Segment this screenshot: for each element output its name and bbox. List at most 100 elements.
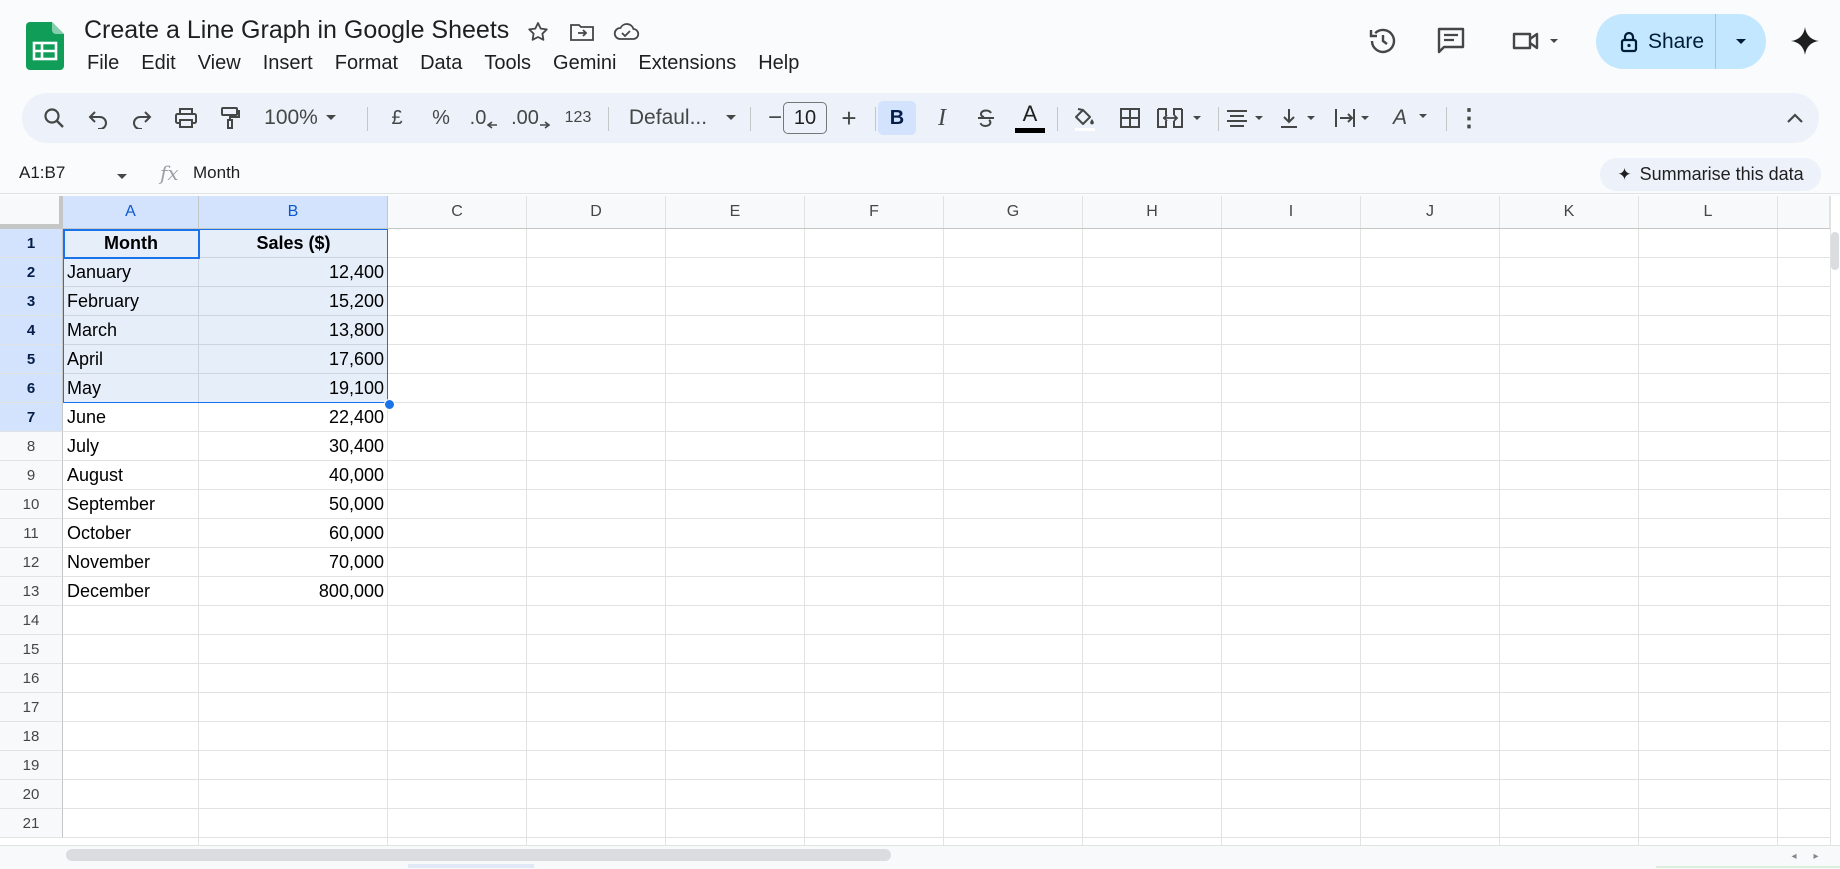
summarise-data-button[interactable]: ✦ Summarise this data bbox=[1600, 158, 1821, 191]
cell-a6[interactable]: May bbox=[63, 374, 199, 403]
zoom-chevron-down-icon[interactable] bbox=[322, 93, 340, 143]
horizontal-scroll-thumb[interactable] bbox=[66, 849, 891, 861]
cell-b11[interactable]: 60,000 bbox=[199, 519, 388, 548]
gemini-icon[interactable] bbox=[1786, 22, 1824, 60]
more-options-button[interactable]: ⋮ bbox=[1454, 93, 1484, 143]
formula-input[interactable]: Month bbox=[193, 163, 240, 183]
column-header-d[interactable]: D bbox=[527, 196, 666, 228]
cell-a2[interactable]: January bbox=[63, 258, 199, 287]
select-all-corner[interactable] bbox=[0, 196, 63, 228]
cell-a13[interactable]: December bbox=[63, 577, 199, 606]
cell-b10[interactable]: 50,000 bbox=[199, 490, 388, 519]
increase-font-size-button[interactable]: + bbox=[834, 93, 864, 143]
text-rotation-button[interactable]: A bbox=[1386, 93, 1438, 143]
cell-b12[interactable]: 70,000 bbox=[199, 548, 388, 577]
cell-a12[interactable]: November bbox=[63, 548, 199, 577]
row-header-3[interactable]: 3 bbox=[0, 287, 63, 316]
text-wrapping-icon[interactable] bbox=[1332, 93, 1384, 143]
row-header-11[interactable]: 11 bbox=[0, 519, 63, 548]
name-box-chevron-down-icon[interactable] bbox=[116, 168, 128, 186]
zoom-select[interactable]: 100% bbox=[262, 93, 320, 143]
column-header-l[interactable]: L bbox=[1639, 196, 1778, 228]
share-dropdown-button[interactable] bbox=[1716, 14, 1766, 69]
menu-insert[interactable]: Insert bbox=[252, 50, 324, 77]
row-header-9[interactable]: 9 bbox=[0, 461, 63, 490]
font-size-input[interactable]: 10 bbox=[783, 102, 827, 134]
row-header-1[interactable]: 1 bbox=[0, 229, 63, 258]
decrease-decimal-button[interactable]: .0 bbox=[464, 93, 504, 143]
cell-a10[interactable]: September bbox=[63, 490, 199, 519]
print-icon[interactable] bbox=[168, 93, 204, 143]
cell-b9[interactable]: 40,000 bbox=[199, 461, 388, 490]
menu-tools[interactable]: Tools bbox=[473, 50, 542, 77]
fill-handle[interactable] bbox=[384, 399, 395, 410]
column-header-e[interactable]: E bbox=[666, 196, 805, 228]
font-select[interactable]: Defaul... bbox=[614, 93, 722, 143]
star-icon[interactable] bbox=[524, 18, 552, 46]
row-header-6[interactable]: 6 bbox=[0, 374, 63, 403]
row-header-16[interactable]: 16 bbox=[0, 664, 63, 693]
scroll-right-arrow-icon[interactable]: ▸ bbox=[1808, 846, 1824, 866]
menu-view[interactable]: View bbox=[187, 50, 252, 77]
row-header-20[interactable]: 20 bbox=[0, 780, 63, 809]
meet-icon[interactable] bbox=[1506, 22, 1570, 60]
cell-b4[interactable]: 13,800 bbox=[199, 316, 388, 345]
vertical-scroll-thumb[interactable] bbox=[1831, 232, 1839, 270]
version-history-icon[interactable] bbox=[1364, 22, 1402, 60]
cell-b3[interactable]: 15,200 bbox=[199, 287, 388, 316]
row-header-2[interactable]: 2 bbox=[0, 258, 63, 287]
active-sheet-tab-edge[interactable] bbox=[408, 864, 534, 868]
row-header-14[interactable]: 14 bbox=[0, 606, 63, 635]
cell-a3[interactable]: February bbox=[63, 287, 199, 316]
cell-a5[interactable]: April bbox=[63, 345, 199, 374]
cell-b13[interactable]: 800,000 bbox=[199, 577, 388, 606]
redo-icon[interactable] bbox=[124, 93, 160, 143]
scroll-left-arrow-icon[interactable]: ◂ bbox=[1786, 846, 1802, 866]
column-header-h[interactable]: H bbox=[1083, 196, 1222, 228]
row-header-12[interactable]: 12 bbox=[0, 548, 63, 577]
column-header-f[interactable]: F bbox=[805, 196, 944, 228]
column-header-c[interactable]: C bbox=[388, 196, 527, 228]
column-header-k[interactable]: K bbox=[1500, 196, 1639, 228]
row-header-7[interactable]: 7 bbox=[0, 403, 63, 432]
row-header-15[interactable]: 15 bbox=[0, 635, 63, 664]
font-chevron-down-icon[interactable] bbox=[722, 93, 740, 143]
more-formats-button[interactable]: 123 bbox=[558, 93, 598, 143]
cell-a8[interactable]: July bbox=[63, 432, 199, 461]
spreadsheet-grid[interactable]: ABCDEFGHIJKL 1 2 3 4 5 6 7 8 9 10 11 12 13 14 15 16 17 18… bbox=[0, 196, 1830, 845]
percent-format-button[interactable]: % bbox=[426, 93, 456, 143]
vertical-align-icon[interactable] bbox=[1278, 93, 1330, 143]
borders-icon[interactable] bbox=[1112, 93, 1148, 143]
menu-edit[interactable]: Edit bbox=[130, 50, 186, 77]
menu-gemini[interactable]: Gemini bbox=[542, 50, 627, 77]
menu-help[interactable]: Help bbox=[747, 50, 810, 77]
column-header-a[interactable]: A bbox=[63, 196, 199, 228]
currency-format-button[interactable]: £ bbox=[382, 93, 412, 143]
paint-format-icon[interactable] bbox=[212, 93, 248, 143]
horizontal-align-icon[interactable] bbox=[1224, 93, 1276, 143]
strikethrough-icon[interactable] bbox=[968, 93, 1004, 143]
cell-b7[interactable]: 22,400 bbox=[199, 403, 388, 432]
cell-a11[interactable]: October bbox=[63, 519, 199, 548]
cell-b1[interactable]: Sales ($) bbox=[199, 229, 388, 258]
column-header-i[interactable]: I bbox=[1222, 196, 1361, 228]
menu-extensions[interactable]: Extensions bbox=[627, 50, 747, 77]
row-header-17[interactable]: 17 bbox=[0, 693, 63, 722]
row-header-18[interactable]: 18 bbox=[0, 722, 63, 751]
undo-icon[interactable] bbox=[80, 93, 116, 143]
search-menus-icon[interactable] bbox=[36, 93, 72, 143]
menu-format[interactable]: Format bbox=[324, 50, 409, 77]
column-header-partial[interactable] bbox=[1778, 196, 1830, 228]
cloud-saved-icon[interactable] bbox=[612, 18, 640, 46]
row-header-4[interactable]: 4 bbox=[0, 316, 63, 345]
cell-a9[interactable]: August bbox=[63, 461, 199, 490]
increase-decimal-button[interactable]: .00 bbox=[508, 93, 554, 143]
italic-button[interactable]: I bbox=[924, 93, 960, 143]
row-header-5[interactable]: 5 bbox=[0, 345, 63, 374]
row-header-10[interactable]: 10 bbox=[0, 490, 63, 519]
sheets-logo-icon[interactable] bbox=[26, 22, 64, 70]
column-header-g[interactable]: G bbox=[944, 196, 1083, 228]
share-button[interactable]: Share bbox=[1596, 14, 1716, 69]
vertical-scrollbar[interactable] bbox=[1830, 196, 1840, 845]
row-header-13[interactable]: 13 bbox=[0, 577, 63, 606]
